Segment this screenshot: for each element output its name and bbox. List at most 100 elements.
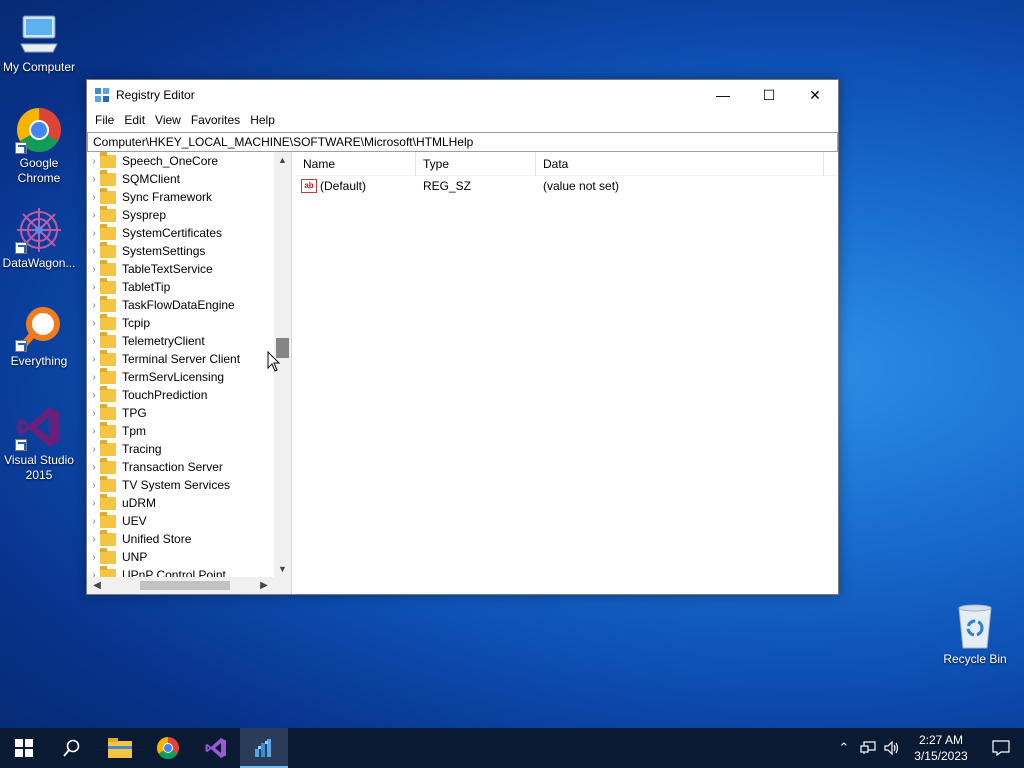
expand-chevron-icon[interactable]: › bbox=[88, 246, 100, 257]
menu-help[interactable]: Help bbox=[245, 113, 280, 127]
folder-icon bbox=[100, 493, 116, 510]
tree-item[interactable]: › SystemSettings bbox=[87, 241, 274, 260]
tree-item[interactable]: › TV System Services bbox=[87, 475, 274, 494]
tree-item[interactable]: › Sync Framework bbox=[87, 187, 274, 206]
tree-item[interactable]: › UPnP Control Point bbox=[87, 565, 274, 578]
expand-chevron-icon[interactable]: › bbox=[88, 354, 100, 365]
expand-chevron-icon[interactable]: › bbox=[88, 192, 100, 203]
tree-item[interactable]: › UNP bbox=[87, 547, 274, 566]
menu-view[interactable]: View bbox=[150, 113, 186, 127]
expand-chevron-icon[interactable]: › bbox=[88, 408, 100, 419]
value-row[interactable]: ab (Default) REG_SZ (value not set) bbox=[296, 176, 838, 196]
expand-chevron-icon[interactable]: › bbox=[88, 282, 100, 293]
scroll-right-icon[interactable]: ▶ bbox=[256, 577, 272, 594]
tree-item[interactable]: › Terminal Server Client bbox=[87, 349, 274, 368]
column-header-type[interactable]: Type bbox=[416, 151, 536, 176]
volume-button[interactable] bbox=[880, 728, 904, 768]
expand-chevron-icon[interactable]: › bbox=[88, 228, 100, 239]
tree-horizontal-scrollbar[interactable]: ◀ ▶ bbox=[87, 577, 274, 594]
maximize-button[interactable]: ☐ bbox=[746, 80, 792, 110]
registry-editor-icon bbox=[94, 87, 110, 103]
expand-chevron-icon[interactable]: › bbox=[88, 552, 100, 563]
column-header-data[interactable]: Data bbox=[536, 151, 824, 176]
tree-item[interactable]: › TelemetryClient bbox=[87, 331, 274, 350]
tree-item[interactable]: › SQMClient bbox=[87, 169, 274, 188]
tree-item[interactable]: › Tpm bbox=[87, 421, 274, 440]
folder-icon bbox=[100, 385, 116, 402]
tree-item[interactable]: › Transaction Server bbox=[87, 457, 274, 476]
speaker-icon bbox=[884, 741, 899, 755]
tree-item[interactable]: › UEV bbox=[87, 511, 274, 530]
tree-item[interactable]: › Speech_OneCore bbox=[87, 152, 274, 170]
scroll-left-icon[interactable]: ◀ bbox=[89, 577, 105, 594]
tree-item[interactable]: › TaskFlowDataEngine bbox=[87, 295, 274, 314]
title-bar[interactable]: Registry Editor — ☐ ✕ bbox=[87, 80, 838, 110]
desktop-icon-label: Recycle Bin bbox=[943, 652, 1007, 666]
taskbar-visual-studio[interactable] bbox=[192, 728, 240, 768]
expand-chevron-icon[interactable]: › bbox=[88, 174, 100, 185]
desktop-icon-label: Visual Studio 2015 bbox=[4, 453, 74, 482]
desktop-icon-label: Google Chrome bbox=[17, 156, 61, 185]
desktop-icon-everything[interactable]: Everything bbox=[0, 304, 78, 369]
search-button[interactable] bbox=[48, 728, 96, 768]
expand-chevron-icon[interactable]: › bbox=[88, 156, 100, 167]
desktop-icon-my-computer[interactable]: My Computer bbox=[0, 10, 78, 75]
tree-item[interactable]: › TermServLicensing bbox=[87, 367, 274, 386]
expand-chevron-icon[interactable]: › bbox=[88, 480, 100, 491]
folder-icon bbox=[100, 565, 116, 577]
tree-item-label: Transaction Server bbox=[122, 460, 223, 474]
taskbar-chrome[interactable] bbox=[144, 728, 192, 768]
expand-chevron-icon[interactable]: › bbox=[88, 300, 100, 311]
horizontal-scroll-thumb[interactable] bbox=[140, 581, 230, 590]
minimize-button[interactable]: — bbox=[700, 80, 746, 110]
folder-icon bbox=[100, 529, 116, 546]
scroll-down-icon[interactable]: ▼ bbox=[274, 561, 291, 577]
expand-chevron-icon[interactable]: › bbox=[88, 318, 100, 329]
shortcut-arrow-icon bbox=[15, 242, 27, 254]
expand-chevron-icon[interactable]: › bbox=[88, 336, 100, 347]
expand-chevron-icon[interactable]: › bbox=[88, 372, 100, 383]
tree-item[interactable]: › TableTextService bbox=[87, 259, 274, 278]
expand-chevron-icon[interactable]: › bbox=[88, 264, 100, 275]
visual-studio-icon bbox=[205, 738, 226, 758]
taskbar-file-explorer[interactable] bbox=[96, 728, 144, 768]
notification-icon bbox=[992, 740, 1010, 756]
menu-edit[interactable]: Edit bbox=[119, 113, 150, 127]
desktop-icon-visual-studio[interactable]: Visual Studio 2015 bbox=[0, 403, 78, 483]
desktop-icon-datawagon[interactable]: DataWagon... bbox=[0, 206, 78, 271]
scroll-up-icon[interactable]: ▲ bbox=[274, 152, 291, 168]
action-center-button[interactable] bbox=[978, 728, 1024, 768]
tree-item[interactable]: › Tracing bbox=[87, 439, 274, 458]
expand-chevron-icon[interactable]: › bbox=[88, 462, 100, 473]
desktop-icon-recycle-bin[interactable]: Recycle Bin bbox=[936, 602, 1014, 667]
search-icon bbox=[63, 739, 80, 757]
tree-item[interactable]: › TabletTip bbox=[87, 277, 274, 296]
desktop-icon-chrome[interactable]: Google Chrome bbox=[0, 106, 78, 186]
expand-chevron-icon[interactable]: › bbox=[88, 390, 100, 401]
expand-chevron-icon[interactable]: › bbox=[88, 516, 100, 527]
expand-chevron-icon[interactable]: › bbox=[88, 444, 100, 455]
tree-item-label: TPG bbox=[122, 406, 147, 420]
start-button[interactable] bbox=[0, 728, 48, 768]
tree-item[interactable]: › Unified Store bbox=[87, 529, 274, 548]
address-bar[interactable]: Computer\HKEY_LOCAL_MACHINE\SOFTWARE\Mic… bbox=[87, 132, 838, 152]
tree-item[interactable]: › TouchPrediction bbox=[87, 385, 274, 404]
expand-chevron-icon[interactable]: › bbox=[88, 498, 100, 509]
expand-chevron-icon[interactable]: › bbox=[88, 426, 100, 437]
tree-item[interactable]: › Tcpip bbox=[87, 313, 274, 332]
taskbar-registry-editor[interactable] bbox=[240, 728, 288, 768]
expand-chevron-icon[interactable]: › bbox=[88, 534, 100, 545]
menu-file[interactable]: File bbox=[90, 113, 119, 127]
clock[interactable]: 2:27 AM 3/15/2023 bbox=[904, 732, 978, 764]
tree-item[interactable]: › uDRM bbox=[87, 493, 274, 512]
tree-item[interactable]: › TPG bbox=[87, 403, 274, 422]
expand-chevron-icon[interactable]: › bbox=[88, 570, 100, 578]
show-hidden-icons-button[interactable]: ⌃ bbox=[832, 728, 856, 768]
column-header-name[interactable]: Name bbox=[296, 151, 416, 176]
tree-item[interactable]: › Sysprep bbox=[87, 205, 274, 224]
expand-chevron-icon[interactable]: › bbox=[88, 210, 100, 221]
tree-item[interactable]: › SystemCertificates bbox=[87, 223, 274, 242]
network-button[interactable] bbox=[856, 728, 880, 768]
menu-favorites[interactable]: Favorites bbox=[186, 113, 245, 127]
close-button[interactable]: ✕ bbox=[792, 80, 838, 110]
